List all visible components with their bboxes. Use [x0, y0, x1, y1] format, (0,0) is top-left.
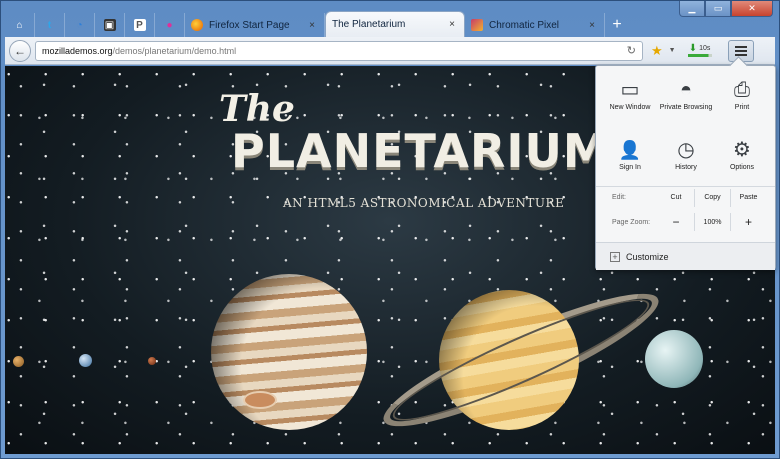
customize-label: Customize — [626, 251, 669, 262]
printer-icon: ⎙ — [734, 79, 750, 101]
zoom-controls-row: Page Zoom: − 100% + — [596, 211, 775, 233]
menu-item-label: History — [675, 164, 697, 171]
menu-item-label: Print — [734, 104, 750, 111]
gear-icon: ⚙ — [733, 139, 751, 161]
url-path: /demos/planetarium/demo.html — [112, 45, 237, 56]
download-time-remaining: 10s — [699, 45, 711, 52]
new-window-button[interactable]: ▭ New Window — [602, 78, 658, 132]
twitter-icon: t — [47, 19, 52, 31]
menu-grid: ▭ New Window ◓ Private Browsing ⎙ Print … — [602, 78, 770, 192]
bookmark-star-icon[interactable]: ★ — [651, 43, 663, 59]
app-menu-panel: ▭ New Window ◓ Private Browsing ⎙ Print … — [595, 65, 776, 270]
browser-window: ▁ ▭ ✕ ⌂ t ◔ ▣ P ● Firefox Start Page × T… — [0, 0, 780, 459]
download-arrow-icon: ⬇ — [688, 43, 698, 54]
jupiter-great-red-spot — [243, 391, 277, 409]
cut-button[interactable]: Cut — [658, 189, 694, 207]
zoom-label: Page Zoom: — [612, 218, 651, 226]
app-tab-pocket[interactable]: P — [125, 13, 155, 37]
tab-firefox-start-page[interactable]: Firefox Start Page × — [185, 13, 325, 37]
mask-icon: ◓ — [679, 79, 693, 101]
menu-item-label: Sign In — [619, 164, 641, 171]
menu-item-label: Private Browsing — [659, 104, 713, 111]
bookmarks-dropdown-icon[interactable]: ▼ — [669, 47, 676, 54]
mercury-planet[interactable] — [13, 356, 24, 367]
puzzle-icon: ▣ — [103, 19, 116, 31]
back-arrow-icon: ← — [14, 43, 26, 58]
reload-icon[interactable]: ↻ — [627, 44, 636, 57]
circle-logo-icon: ◔ — [76, 19, 83, 31]
history-button[interactable]: ◷ History — [658, 138, 714, 192]
earth-planet[interactable] — [79, 354, 92, 367]
window-icon: ▭ — [620, 79, 640, 101]
navigation-toolbar: ← mozillademos.org/demos/planetarium/dem… — [5, 37, 775, 65]
sign-in-button[interactable]: 👤 Sign In — [602, 138, 658, 192]
tab-chromatic-pixel[interactable]: Chromatic Pixel × — [465, 13, 605, 37]
app-tab-flickr[interactable]: ● — [155, 13, 185, 37]
mars-planet[interactable] — [148, 357, 156, 365]
menu-line — [734, 45, 747, 48]
tab-strip: ⌂ t ◔ ▣ P ● Firefox Start Page × The Pla… — [5, 11, 779, 37]
tab-label: Firefox Start Page — [209, 19, 290, 31]
downloads-button[interactable]: ⬇ 10s — [687, 43, 712, 57]
close-tab-icon[interactable]: × — [306, 20, 318, 31]
print-button[interactable]: ⎙ Print — [714, 78, 770, 132]
url-host: mozillademos.org — [42, 45, 113, 56]
copy-button[interactable]: Copy — [694, 188, 730, 207]
downloads-indicator: ⬇ 10s — [688, 43, 711, 54]
page-subtitle: AN HTML5 ASTRONOMICAL ADVENTURE — [283, 196, 565, 210]
pocket-icon: P — [133, 19, 146, 31]
options-button[interactable]: ⚙ Options — [714, 138, 770, 192]
flickr-icon: ● — [166, 19, 173, 31]
home-icon: ⌂ — [16, 19, 23, 31]
zoom-reset-button[interactable]: 100% — [694, 213, 730, 231]
tab-label: Chromatic Pixel — [489, 19, 560, 31]
app-tab-twitter[interactable]: t — [35, 13, 65, 37]
customize-plus-icon: + — [610, 251, 620, 262]
jupiter-planet[interactable] — [211, 274, 367, 430]
close-tab-icon[interactable]: × — [586, 20, 598, 31]
firefox-icon — [191, 19, 203, 31]
download-progress-bar — [687, 54, 712, 57]
private-browsing-button[interactable]: ◓ Private Browsing — [658, 78, 714, 132]
paste-button[interactable]: Paste — [730, 188, 766, 207]
zoom-out-button[interactable]: − — [658, 213, 694, 231]
menu-item-label: New Window — [609, 104, 651, 111]
menu-line — [734, 53, 747, 56]
tab-the-planetarium[interactable]: The Planetarium × — [325, 11, 465, 37]
edit-controls-row: Edit: Cut Copy Paste — [596, 186, 775, 208]
back-button[interactable]: ← — [9, 39, 31, 62]
edit-label: Edit: — [612, 194, 627, 201]
app-tab-circle[interactable]: ◔ — [65, 13, 95, 37]
customize-button[interactable]: + Customize — [596, 242, 775, 270]
page-title-main: PLANETARIUM — [231, 124, 610, 178]
person-icon: 👤 — [618, 140, 642, 160]
tab-label: The Planetarium — [332, 19, 406, 30]
clock-icon: ◷ — [677, 139, 695, 161]
app-tab-puzzle[interactable]: ▣ — [95, 13, 125, 37]
chromatic-pixel-icon — [471, 19, 483, 31]
zoom-in-button[interactable]: + — [730, 213, 766, 231]
close-tab-icon[interactable]: × — [446, 19, 458, 30]
new-tab-button[interactable]: + — [605, 13, 629, 37]
app-tab-home[interactable]: ⌂ — [5, 13, 35, 37]
menu-line — [734, 49, 747, 52]
url-bar[interactable]: mozillademos.org/demos/planetarium/demo.… — [35, 40, 643, 61]
menu-item-label: Options — [729, 164, 755, 171]
uranus-planet[interactable] — [645, 330, 703, 388]
